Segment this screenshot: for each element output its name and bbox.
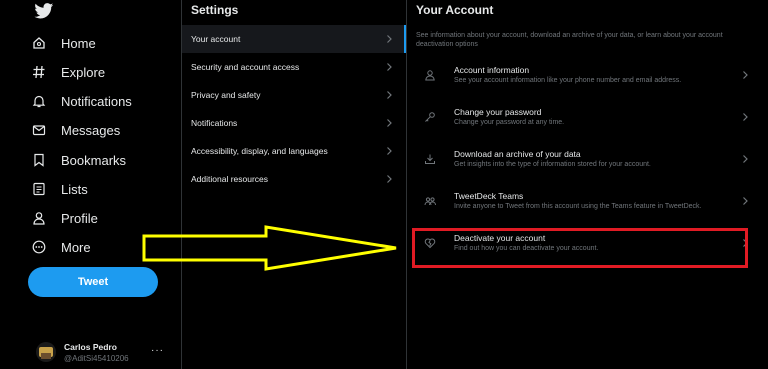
chevron-right-icon: [743, 155, 748, 163]
your-account-description: See information about your account, down…: [416, 32, 723, 48]
chevron-right-icon: [387, 63, 392, 71]
account-switcher[interactable]: Carlos Pedro @AditSi45410206 ···: [36, 337, 170, 367]
settings-item-accessibility[interactable]: Accessibility, display, and languages: [182, 137, 406, 165]
home-icon: [30, 34, 48, 52]
nav-item-home[interactable]: Home: [30, 31, 96, 55]
account-item-desc: See your account information like your p…: [454, 77, 682, 84]
list-icon: [30, 180, 48, 198]
broken-heart-icon: [424, 238, 436, 249]
nav-item-notifications[interactable]: Notifications: [30, 89, 132, 113]
nav-item-more[interactable]: More: [30, 235, 91, 259]
chevron-right-icon: [387, 35, 392, 43]
person-icon: [425, 70, 435, 81]
nav-label-home: Home: [61, 35, 96, 51]
envelope-icon: [30, 121, 48, 139]
chevron-right-icon: [743, 71, 748, 79]
nav-item-bookmarks[interactable]: Bookmarks: [30, 148, 126, 172]
chevron-right-icon: [387, 91, 392, 99]
account-information-item[interactable]: Account information See your account inf…: [408, 56, 758, 98]
nav-label-more: More: [61, 239, 91, 255]
account-handle: @AditSi45410206: [64, 353, 129, 363]
chevron-right-icon: [743, 197, 748, 205]
nav-label-notifications: Notifications: [61, 93, 132, 109]
bell-icon: [30, 92, 48, 110]
settings-item-label: Security and account access: [191, 62, 300, 72]
account-item-desc: Invite anyone to Tweet from this account…: [454, 203, 702, 210]
settings-item-privacy[interactable]: Privacy and safety: [182, 81, 406, 109]
person-icon: [30, 209, 48, 227]
your-account-panel: Your Account See information about your …: [408, 0, 768, 369]
nav-label-bookmarks: Bookmarks: [61, 152, 127, 168]
account-item-desc: Change your password at any time.: [454, 119, 565, 126]
settings-item-label: Your account: [191, 34, 241, 44]
settings-item-security[interactable]: Security and account access: [182, 53, 406, 81]
account-item-title: TweetDeck Teams: [454, 191, 524, 201]
settings-item-additional-resources[interactable]: Additional resources: [182, 165, 406, 193]
account-item-title: Download an archive of your data: [454, 149, 581, 159]
twitter-bird-icon[interactable]: [34, 3, 54, 19]
account-item-title: Change your password: [454, 107, 542, 117]
settings-item-label: Additional resources: [191, 174, 269, 184]
chevron-right-icon: [387, 119, 392, 127]
hashtag-icon: [30, 63, 48, 81]
download-archive-item[interactable]: Download an archive of your data Get ins…: [408, 140, 758, 182]
tweet-button[interactable]: Tweet: [28, 267, 158, 297]
deactivate-account-item[interactable]: Deactivate your account Find out how you…: [408, 224, 758, 266]
chevron-right-icon: [743, 239, 748, 247]
account-item-title: Account information: [454, 65, 530, 75]
account-more-icon[interactable]: ···: [151, 345, 164, 356]
settings-title: Settings: [191, 3, 239, 17]
account-item-desc: Find out how you can deactivate your acc…: [454, 245, 599, 252]
nav-label-profile: Profile: [61, 210, 98, 226]
settings-item-label: Notifications: [191, 118, 238, 128]
nav-item-lists[interactable]: Lists: [30, 177, 88, 201]
avatar: [36, 342, 56, 362]
nav-label-explore: Explore: [61, 64, 106, 80]
settings-item-your-account[interactable]: Your account: [182, 25, 406, 53]
account-item-desc: Get insights into the type of informatio…: [454, 161, 651, 168]
settings-item-label: Accessibility, display, and languages: [191, 146, 328, 156]
chevron-right-icon: [743, 113, 748, 121]
key-icon: [425, 112, 435, 122]
more-circle-icon: [30, 238, 48, 256]
download-icon: [425, 154, 435, 164]
your-account-title: Your Account: [416, 3, 494, 17]
change-password-item[interactable]: Change your password Change your passwor…: [408, 98, 758, 140]
settings-panel: Settings Your account Security and accou…: [181, 0, 407, 369]
nav-label-messages: Messages: [61, 122, 121, 138]
nav-item-explore[interactable]: Explore: [30, 60, 105, 84]
nav-item-profile[interactable]: Profile: [30, 206, 98, 230]
settings-item-notifications[interactable]: Notifications: [182, 109, 406, 137]
chevron-right-icon: [387, 147, 392, 155]
account-name: Carlos Pedro: [64, 341, 117, 352]
nav-item-messages[interactable]: Messages: [30, 118, 120, 142]
bookmark-icon: [30, 151, 48, 169]
nav-label-lists: Lists: [61, 181, 88, 197]
account-item-title: Deactivate your account: [454, 233, 546, 243]
chevron-right-icon: [387, 175, 392, 183]
settings-item-label: Privacy and safety: [191, 90, 261, 100]
tweetdeck-teams-item[interactable]: TweetDeck Teams Invite anyone to Tweet f…: [408, 182, 758, 224]
active-indicator: [404, 25, 406, 53]
left-nav: Home Explore Notifications Messages Book…: [0, 0, 181, 369]
team-icon: [424, 197, 436, 206]
